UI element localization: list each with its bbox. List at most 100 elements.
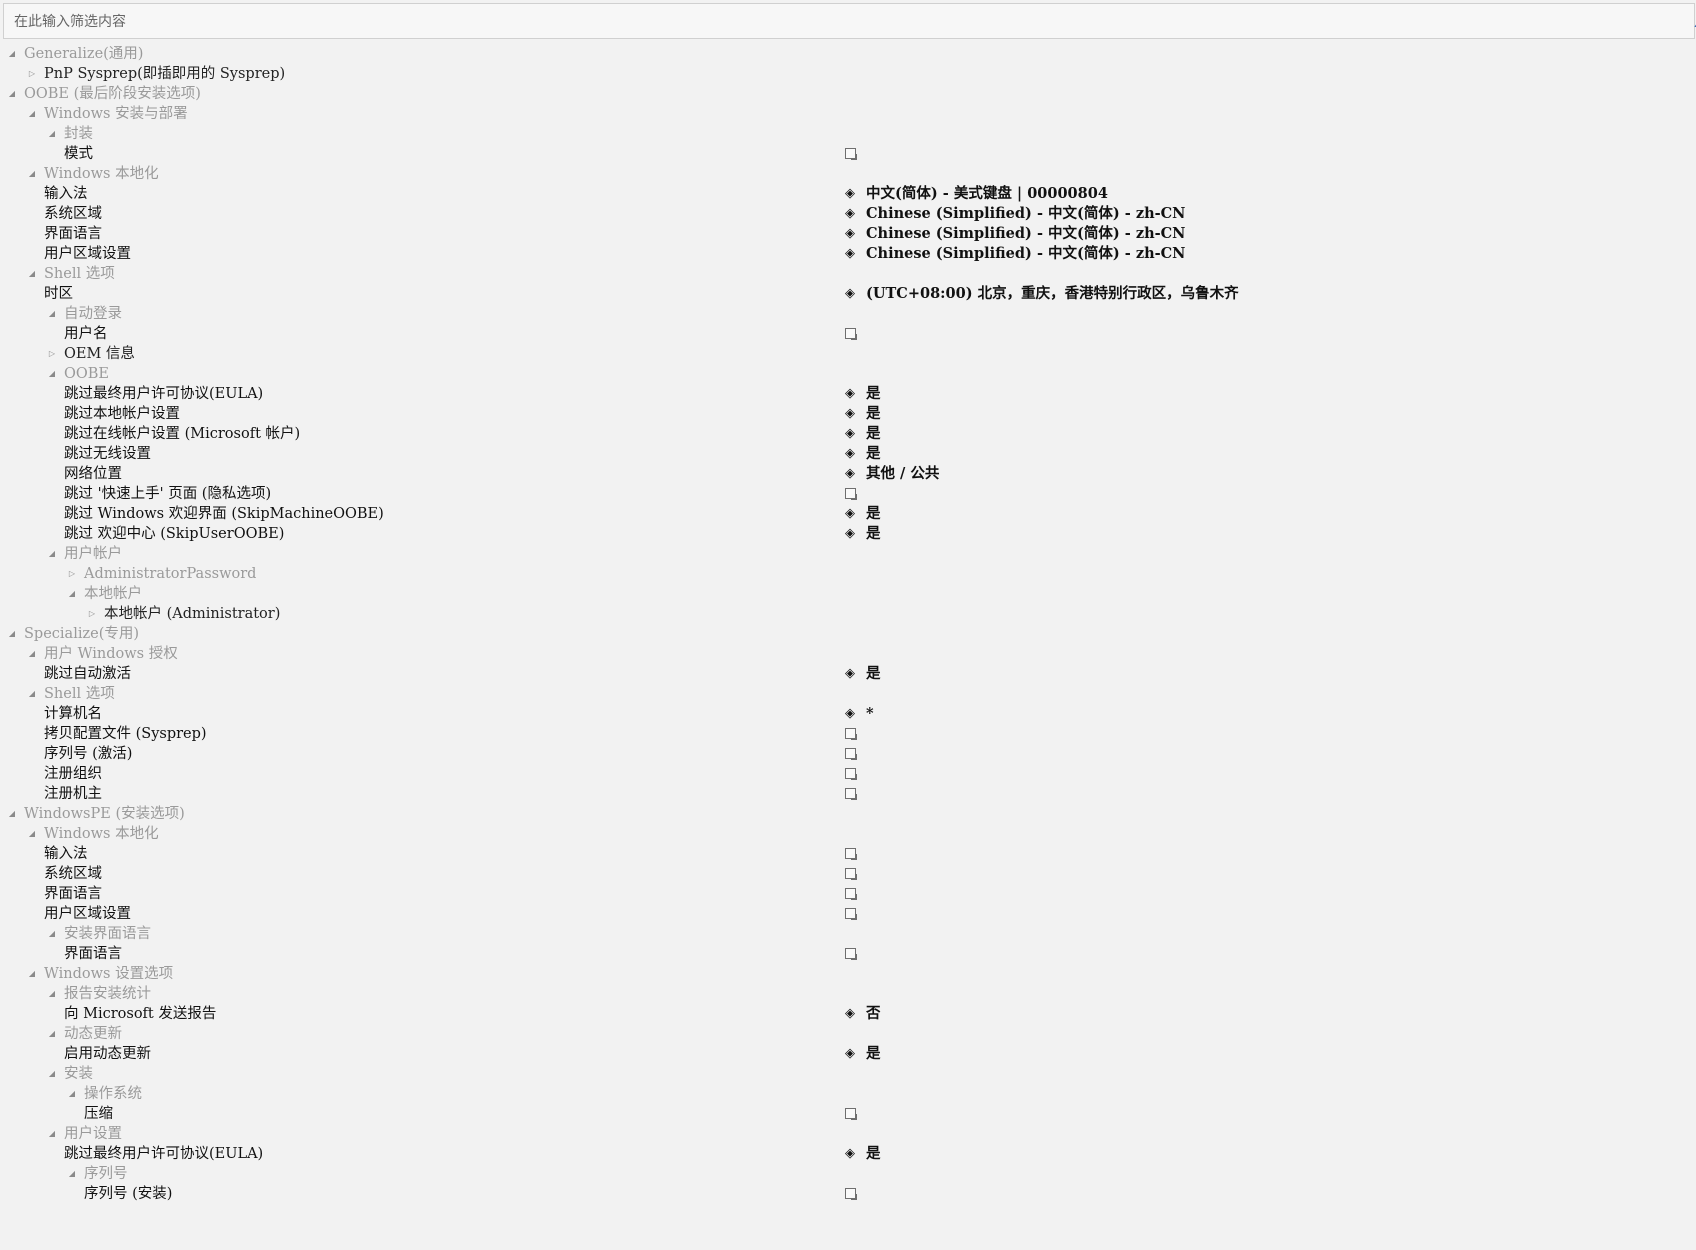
setting-row[interactable]: 界面语言 (0, 944, 1696, 964)
value-set-icon[interactable]: ◈ (843, 1007, 857, 1021)
row-value[interactable]: (UTC+08:00) 北京，重庆，香港特别行政区，乌鲁木齐 (866, 284, 1239, 304)
collapse-arrow-icon[interactable]: ◢ (26, 264, 38, 284)
value-set-icon[interactable]: ◈ (843, 447, 857, 461)
tree-group-row[interactable]: ◢ Windows 本地化 (0, 164, 1696, 184)
tree-group-row[interactable]: ▷ 本地帐户 (Administrator) (0, 604, 1696, 624)
tree-group-row[interactable]: ◢ 本地帐户 (0, 584, 1696, 604)
setting-row[interactable]: 跳过 Windows 欢迎界面 (SkipMachineOOBE) ◈ 是 (0, 504, 1696, 524)
setting-row[interactable]: 跳过无线设置 ◈ 是 (0, 444, 1696, 464)
tree-group-row[interactable]: ◢ OOBE (0, 364, 1696, 384)
tree-group-row[interactable]: ◢ 安装 (0, 1064, 1696, 1084)
collapse-arrow-icon[interactable]: ◢ (66, 1164, 78, 1184)
collapse-arrow-icon[interactable]: ◢ (46, 1124, 58, 1144)
collapse-arrow-icon[interactable]: ◢ (26, 164, 38, 184)
setting-row[interactable]: 跳过在线帐户设置 (Microsoft 帐户) ◈ 是 (0, 424, 1696, 444)
row-value[interactable]: 是 (866, 444, 881, 464)
collapse-arrow-icon[interactable]: ◢ (46, 124, 58, 144)
row-value[interactable]: 否 (866, 1004, 881, 1024)
collapse-arrow-icon[interactable]: ◢ (46, 544, 58, 564)
setting-row[interactable]: 序列号 (激活) (0, 744, 1696, 764)
value-empty-icon[interactable] (845, 1108, 856, 1119)
setting-row[interactable]: 启用动态更新 ◈ 是 (0, 1044, 1696, 1064)
setting-row[interactable]: 用户名 (0, 324, 1696, 344)
setting-row[interactable]: 用户区域设置 ◈ Chinese (Simplified) - 中文(简体) - z… (0, 244, 1696, 264)
value-empty-icon[interactable] (845, 1188, 856, 1199)
row-value[interactable]: 是 (866, 524, 881, 544)
collapse-arrow-icon[interactable]: ◢ (26, 644, 38, 664)
value-empty-icon[interactable] (845, 148, 856, 159)
value-empty-icon[interactable] (845, 328, 856, 339)
tree-group-row[interactable]: ▷ PnP Sysprep(即插即用的 Sysprep) (0, 64, 1696, 84)
row-value[interactable]: 中文(简体) - 美式键盘 | 00000804 (866, 184, 1108, 204)
setting-row[interactable]: 注册组织 (0, 764, 1696, 784)
expand-arrow-icon[interactable]: ▷ (46, 344, 58, 364)
row-value[interactable]: Chinese (Simplified) - 中文(简体) - zh-CN (866, 224, 1185, 244)
row-value[interactable]: 其他 / 公共 (866, 464, 939, 484)
setting-row[interactable]: 系统区域 ◈ Chinese (Simplified) - 中文(简体) - zh-… (0, 204, 1696, 224)
collapse-arrow-icon[interactable]: ◢ (6, 44, 18, 64)
setting-row[interactable]: 向 Microsoft 发送报告 ◈ 否 (0, 1004, 1696, 1024)
collapse-arrow-icon[interactable]: ◢ (46, 304, 58, 324)
setting-row[interactable]: 跳过最终用户许可协议(EULA) ◈ 是 (0, 384, 1696, 404)
value-set-icon[interactable]: ◈ (843, 707, 857, 721)
collapse-arrow-icon[interactable]: ◢ (6, 84, 18, 104)
collapse-arrow-icon[interactable]: ◢ (66, 1084, 78, 1104)
row-value[interactable]: 是 (866, 664, 881, 684)
setting-row[interactable]: 计算机名 ◈ * (0, 704, 1696, 724)
value-set-icon[interactable]: ◈ (843, 227, 857, 241)
collapse-arrow-icon[interactable]: ◢ (46, 1024, 58, 1044)
collapse-arrow-icon[interactable]: ◢ (26, 824, 38, 844)
value-empty-icon[interactable] (845, 888, 856, 899)
tree-group-row[interactable]: ◢ 用户 Windows 授权 (0, 644, 1696, 664)
value-empty-icon[interactable] (845, 768, 856, 779)
row-value[interactable]: 是 (866, 404, 881, 424)
collapse-arrow-icon[interactable]: ◢ (26, 964, 38, 984)
collapse-arrow-icon[interactable]: ◢ (6, 804, 18, 824)
setting-row[interactable]: 时区 ◈ (UTC+08:00) 北京，重庆，香港特别行政区，乌鲁木齐 (0, 284, 1696, 304)
row-value[interactable]: 是 (866, 384, 881, 404)
value-set-icon[interactable]: ◈ (843, 287, 857, 301)
value-set-icon[interactable]: ◈ (843, 247, 857, 261)
value-set-icon[interactable]: ◈ (843, 1147, 857, 1161)
tree-group-row[interactable]: ◢ Windows 设置选项 (0, 964, 1696, 984)
value-empty-icon[interactable] (845, 848, 856, 859)
value-set-icon[interactable]: ◈ (843, 387, 857, 401)
row-value[interactable]: Chinese (Simplified) - 中文(简体) - zh-CN (866, 204, 1185, 224)
value-empty-icon[interactable] (845, 488, 856, 499)
collapse-arrow-icon[interactable]: ◢ (26, 104, 38, 124)
setting-row[interactable]: 模式 (0, 144, 1696, 164)
setting-row[interactable]: 输入法 ◈ 中文(简体) - 美式键盘 | 00000804 (0, 184, 1696, 204)
setting-row[interactable]: 跳过 '快速上手' 页面 (隐私选项) (0, 484, 1696, 504)
value-set-icon[interactable]: ◈ (843, 187, 857, 201)
tree-group-row[interactable]: ◢ 安装界面语言 (0, 924, 1696, 944)
row-value[interactable]: * (866, 704, 874, 724)
setting-row[interactable]: 序列号 (安装) (0, 1184, 1696, 1204)
value-set-icon[interactable]: ◈ (843, 527, 857, 541)
expand-arrow-icon[interactable]: ▷ (26, 64, 38, 84)
tree-group-row[interactable]: ◢ 自动登录 (0, 304, 1696, 324)
tree-group-row[interactable]: ◢ Shell 选项 (0, 684, 1696, 704)
setting-row[interactable]: 跳过 欢迎中心 (SkipUserOOBE) ◈ 是 (0, 524, 1696, 544)
row-value[interactable]: 是 (866, 424, 881, 444)
tree-group-row[interactable]: ◢ Generalize(通用) (0, 44, 1696, 64)
collapse-arrow-icon[interactable]: ◢ (46, 984, 58, 1004)
value-empty-icon[interactable] (845, 788, 856, 799)
filter-input[interactable] (12, 9, 1656, 35)
setting-row[interactable]: 界面语言 (0, 884, 1696, 904)
setting-row[interactable]: 跳过自动激活 ◈ 是 (0, 664, 1696, 684)
setting-row[interactable]: 输入法 (0, 844, 1696, 864)
tree-group-row[interactable]: ▷ OEM 信息 (0, 344, 1696, 364)
tree-group-row[interactable]: ◢ 报告安装统计 (0, 984, 1696, 1004)
collapse-arrow-icon[interactable]: ◢ (46, 924, 58, 944)
tree-group-row[interactable]: ◢ 用户设置 (0, 1124, 1696, 1144)
value-set-icon[interactable]: ◈ (843, 407, 857, 421)
value-set-icon[interactable]: ◈ (843, 1047, 857, 1061)
setting-row[interactable]: 界面语言 ◈ Chinese (Simplified) - 中文(简体) - zh-… (0, 224, 1696, 244)
value-empty-icon[interactable] (845, 728, 856, 739)
value-empty-icon[interactable] (845, 868, 856, 879)
setting-row[interactable]: 跳过最终用户许可协议(EULA) ◈ 是 (0, 1144, 1696, 1164)
collapse-arrow-icon[interactable]: ◢ (46, 364, 58, 384)
tree-group-row[interactable]: ◢ Shell 选项 (0, 264, 1696, 284)
tree-group-row[interactable]: ◢ Specialize(专用) (0, 624, 1696, 644)
value-set-icon[interactable]: ◈ (843, 667, 857, 681)
